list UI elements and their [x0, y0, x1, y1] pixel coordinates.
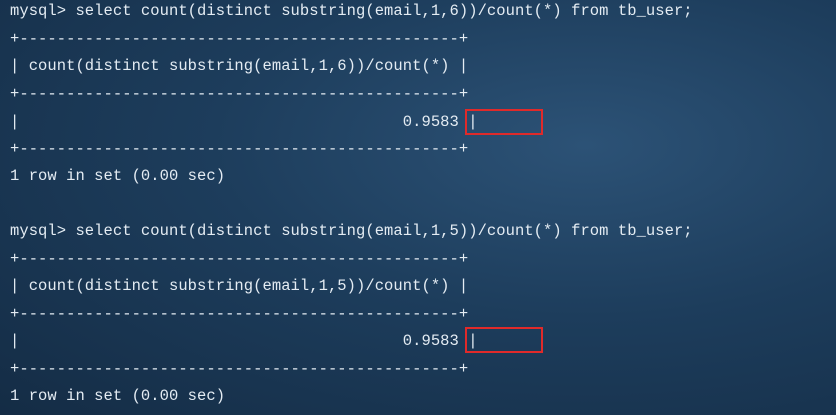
table-border-top: +---------------------------------------… — [10, 250, 469, 268]
result-table-value-row: | 0.9583 | — [10, 332, 478, 350]
table-border-bottom: +---------------------------------------… — [10, 360, 469, 378]
command-line: mysql> select count(distinct substring(e… — [10, 2, 693, 20]
terminal-window[interactable]: mysql> select count(distinct substring(e… — [0, 0, 836, 415]
result-info: 1 row in set (0.00 sec) — [10, 387, 226, 405]
table-border-top: +---------------------------------------… — [10, 30, 469, 48]
result-table-header: | count(distinct substring(email,1,6))/c… — [10, 57, 469, 75]
result-table-value-row: | 0.9583 | — [10, 113, 478, 131]
table-border-middle: +---------------------------------------… — [10, 85, 469, 103]
table-border-middle: +---------------------------------------… — [10, 305, 469, 323]
result-info: 1 row in set (0.00 sec) — [10, 167, 226, 185]
result-table-header: | count(distinct substring(email,1,5))/c… — [10, 277, 469, 295]
command-line: mysql> select count(distinct substring(e… — [10, 222, 693, 240]
table-border-bottom: +---------------------------------------… — [10, 140, 469, 158]
